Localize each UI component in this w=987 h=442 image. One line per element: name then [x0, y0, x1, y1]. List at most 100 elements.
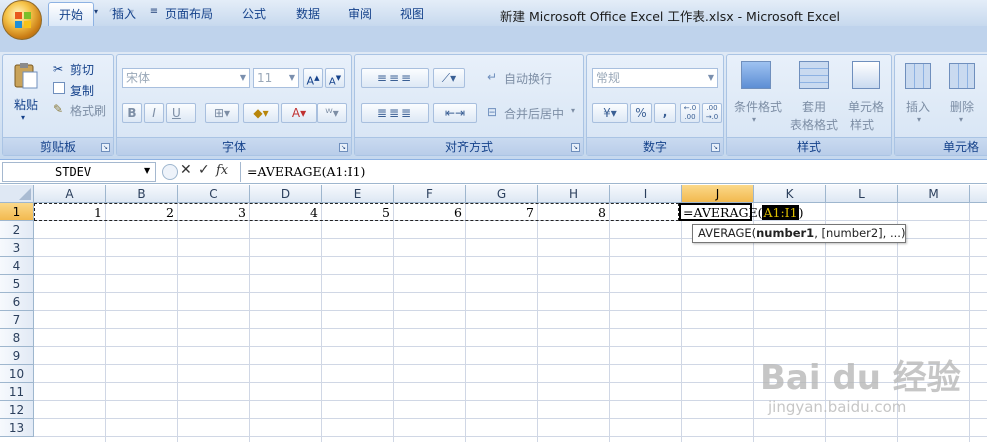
table-format-button-line1[interactable]: 套用 — [801, 97, 827, 116]
tab-data[interactable]: 数据 — [284, 2, 332, 26]
column-header-g[interactable]: G — [466, 185, 538, 203]
cell-style-button-line1[interactable]: 单元格 — [847, 97, 885, 116]
office-button[interactable] — [2, 0, 42, 40]
number-format-combo[interactable]: 常规 ▼ — [592, 68, 718, 88]
enter-icon[interactable]: ✓ — [198, 162, 210, 178]
tab-review[interactable]: 审阅 — [336, 2, 384, 26]
cells-group-label: 单元格 — [895, 137, 987, 155]
decrease-decimal-icon[interactable]: .00 →.0 — [702, 103, 722, 123]
column-header-h[interactable]: H — [538, 185, 610, 203]
chevron-down-icon[interactable]: ▾ — [571, 106, 575, 115]
percent-button[interactable]: % — [630, 103, 652, 123]
name-box-dropdown-icon[interactable]: ▼ — [144, 166, 154, 176]
alignment-launcher-icon[interactable]: ↘ — [571, 143, 580, 152]
formula-input[interactable]: =AVERAGE(A1:I1) — [240, 162, 985, 182]
chevron-down-icon[interactable]: ▾ — [917, 115, 921, 124]
chevron-down-icon: ▼ — [707, 73, 714, 82]
currency-icon[interactable]: ¥▾ — [592, 103, 628, 123]
column-header-c[interactable]: C — [178, 185, 250, 203]
insert-cells-button[interactable]: 插入 — [905, 97, 931, 116]
bold-button[interactable]: B — [122, 103, 142, 123]
clipboard-launcher-icon[interactable]: ↘ — [101, 143, 110, 152]
shrink-font-icon[interactable]: A▼ — [325, 68, 345, 88]
row-header-10[interactable]: 10 — [0, 365, 34, 383]
paste-button[interactable]: 粘贴 — [13, 95, 39, 114]
gridline — [34, 256, 987, 257]
indent-icon[interactable]: ⇤⇥ — [433, 103, 477, 123]
increase-decimal-icon[interactable]: ←.0.00 — [680, 103, 700, 123]
font-color-icon[interactable]: A▾ — [281, 103, 317, 123]
row-header-8[interactable]: 8 — [0, 329, 34, 347]
column-header-n[interactable] — [970, 185, 987, 203]
tooltip-arg1[interactable]: number1 — [756, 226, 814, 240]
office-logo-icon — [15, 12, 31, 28]
italic-button[interactable]: I — [144, 103, 164, 123]
tab-home[interactable]: 开始 — [48, 2, 94, 26]
font-launcher-icon[interactable]: ↘ — [339, 143, 348, 152]
styles-group-label: 样式 — [727, 137, 891, 155]
chevron-down-icon[interactable]: ▾ — [959, 115, 963, 124]
paste-icon[interactable] — [11, 61, 41, 91]
insert-function-button[interactable]: fx — [216, 163, 228, 178]
row-header-3[interactable]: 3 — [0, 239, 34, 257]
cell-edit-text[interactable]: =AVERAGE(A1:I1) — [683, 205, 803, 221]
vertical-align-icon[interactable]: ≡≡≡ — [361, 68, 429, 88]
tab-formulas[interactable]: 公式 — [230, 2, 278, 26]
column-header-d[interactable]: D — [250, 185, 322, 203]
column-header-e[interactable]: E — [322, 185, 394, 203]
expand-icon[interactable] — [162, 164, 178, 180]
column-header-l[interactable]: L — [826, 185, 898, 203]
select-all-corner[interactable] — [0, 185, 34, 203]
column-header-k[interactable]: K — [754, 185, 826, 203]
chevron-down-icon[interactable]: ▾ — [752, 115, 756, 124]
column-header-i[interactable]: I — [610, 185, 682, 203]
phonetic-icon[interactable]: ᵂ▾ — [317, 103, 347, 123]
chevron-down-icon: ▼ — [288, 73, 295, 82]
row-header-6[interactable]: 6 — [0, 293, 34, 311]
column-header-j[interactable]: J — [682, 185, 754, 203]
border-icon[interactable]: ⊞▾ — [205, 103, 239, 123]
table-format-button-line2[interactable]: 表格格式 — [789, 115, 839, 134]
cut-button[interactable]: 剪切 — [69, 60, 95, 79]
name-box[interactable]: STDEV — [2, 162, 156, 182]
fill-color-icon[interactable]: ◆▾ — [243, 103, 279, 123]
column-header-f[interactable]: F — [394, 185, 466, 203]
watermark: Bai du 经验 jingyan.baidu.com — [760, 350, 980, 430]
orientation-icon[interactable]: ⟋▾ — [433, 68, 465, 88]
row-header-5[interactable]: 5 — [0, 275, 34, 293]
font-size-combo[interactable]: 11 ▼ — [253, 68, 299, 88]
column-header-a[interactable]: A — [34, 185, 106, 203]
wrap-text-icon: ↵ — [487, 70, 498, 84]
tab-insert[interactable]: 插入 — [100, 2, 148, 26]
cancel-icon[interactable]: ✕ — [180, 162, 192, 178]
column-header-m[interactable]: M — [898, 185, 970, 203]
paste-dropdown-icon[interactable]: ▾ — [21, 113, 25, 122]
format-painter-button[interactable]: 格式刷 — [69, 101, 107, 120]
delete-cells-button[interactable]: 删除 — [949, 97, 975, 116]
row-header-1[interactable]: 1 — [0, 203, 34, 221]
cell-style-button-line2[interactable]: 样式 — [849, 115, 875, 134]
number-format-value: 常规 — [596, 71, 621, 85]
underline-button[interactable]: U — [166, 103, 196, 123]
merge-center-icon: ⊟ — [487, 105, 498, 119]
grow-font-icon[interactable]: A▲ — [303, 68, 323, 88]
number-launcher-icon[interactable]: ↘ — [711, 143, 720, 152]
watermark-url: jingyan.baidu.com — [768, 398, 907, 416]
row-header-4[interactable]: 4 — [0, 257, 34, 275]
copy-button[interactable]: 复制 — [69, 81, 95, 100]
conditional-format-button[interactable]: 条件格式 — [733, 97, 783, 116]
column-header-b[interactable]: B — [106, 185, 178, 203]
row-header-9[interactable]: 9 — [0, 347, 34, 365]
merge-center-button[interactable]: 合并后居中 — [503, 104, 565, 123]
row-header-2[interactable]: 2 — [0, 221, 34, 239]
tab-view[interactable]: 视图 — [388, 2, 436, 26]
font-name-combo[interactable]: 宋体 ▼ — [122, 68, 250, 88]
row-header-7[interactable]: 7 — [0, 311, 34, 329]
row-header-13[interactable]: 13 — [0, 419, 34, 437]
wrap-text-button[interactable]: 自动换行 — [503, 69, 553, 88]
horizontal-align-icon[interactable]: ≣≣≣ — [361, 103, 429, 123]
row-header-12[interactable]: 12 — [0, 401, 34, 419]
comma-button[interactable]: , — [654, 103, 676, 123]
tab-page-layout[interactable]: 页面布局 — [156, 2, 222, 26]
row-header-11[interactable]: 11 — [0, 383, 34, 401]
